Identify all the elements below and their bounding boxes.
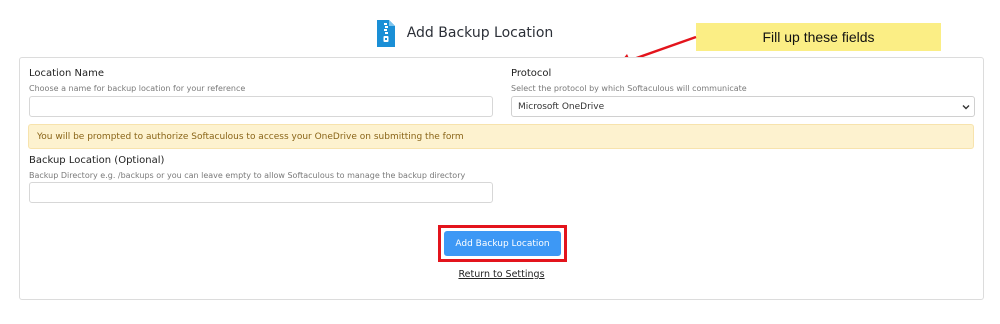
backup-location-help: Backup Directory e.g. /backups or you ca… — [29, 171, 466, 180]
chevron-down-icon — [962, 105, 970, 110]
backup-location-input[interactable] — [29, 182, 493, 203]
protocol-help: Select the protocol by which Softaculous… — [511, 84, 747, 93]
protocol-selected-value: Microsoft OneDrive — [518, 101, 605, 112]
zip-file-icon — [376, 19, 395, 47]
add-backup-location-button[interactable]: Add Backup Location — [444, 231, 561, 256]
protocol-label: Protocol — [511, 68, 552, 79]
annotation-callout: Fill up these fields — [696, 23, 941, 51]
backup-location-form: Location Name Choose a name for backup l… — [19, 57, 984, 300]
location-name-input[interactable] — [29, 96, 493, 117]
return-link-label[interactable]: Return to Settings — [458, 269, 544, 280]
protocol-select[interactable]: Microsoft OneDrive — [511, 96, 975, 117]
return-to-settings-link[interactable]: Return to Settings — [20, 269, 983, 280]
onedrive-notice: You will be prompted to authorize Softac… — [28, 124, 974, 149]
page-title: Add Backup Location — [406, 25, 554, 41]
backup-location-label: Backup Location (Optional) — [29, 155, 165, 166]
location-name-help: Choose a name for backup location for yo… — [29, 84, 246, 93]
location-name-label: Location Name — [29, 68, 104, 79]
